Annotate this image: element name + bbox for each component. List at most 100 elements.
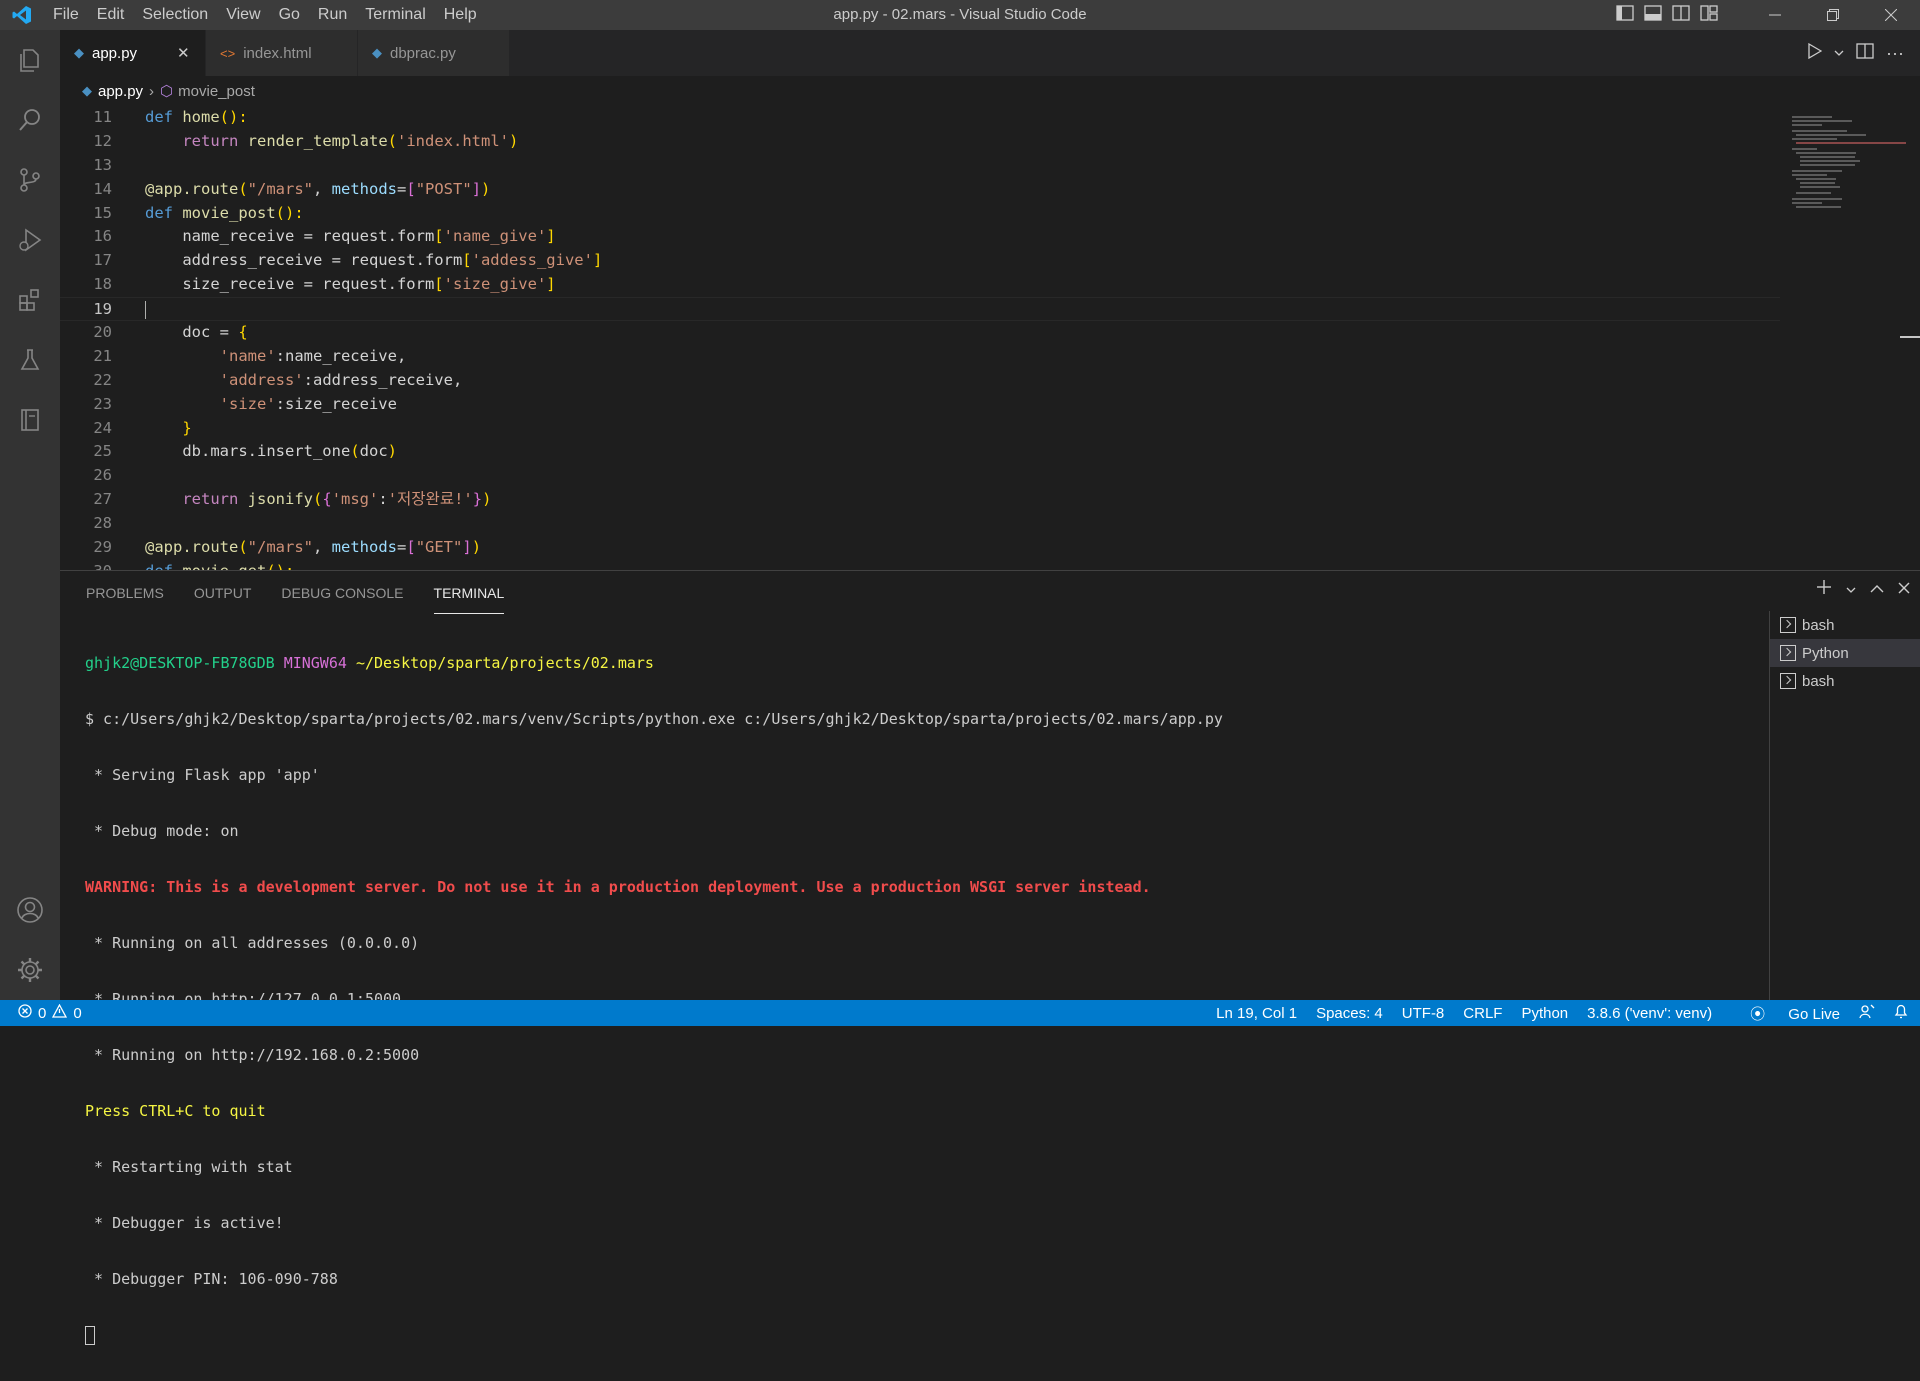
- code-line: 27 return jsonify({'msg':'저장완료!'}): [93, 490, 492, 509]
- code-line: 18 size_receive = request.form['size_giv…: [93, 275, 556, 294]
- code-line: 20 doc = {: [93, 323, 248, 342]
- code-line: 22 'address':address_receive,: [93, 370, 463, 389]
- menu-terminal[interactable]: Terminal: [356, 0, 434, 30]
- code-line: 21 'name':name_receive,: [93, 346, 407, 365]
- title-bar: File Edit Selection View Go Run Terminal…: [0, 0, 1920, 30]
- toggle-panel-icon[interactable]: [1644, 4, 1662, 26]
- indentation[interactable]: Spaces: 4: [1316, 1005, 1383, 1022]
- problems-status[interactable]: 0 0: [0, 1003, 82, 1022]
- code-line: 14 @app.route("/mars", methods=["POST"]): [93, 179, 491, 198]
- more-actions-icon[interactable]: ···: [1886, 43, 1904, 64]
- python-file-icon: ◆: [372, 45, 382, 60]
- code-line: 29 @app.route("/mars", methods=["GET"]): [93, 538, 482, 557]
- activity-bar: [0, 30, 60, 1000]
- terminal-icon: [1780, 673, 1796, 689]
- feedback-icon[interactable]: [1859, 1003, 1875, 1023]
- notebook-icon[interactable]: [0, 390, 60, 450]
- menu-go[interactable]: Go: [270, 0, 309, 30]
- encoding[interactable]: UTF-8: [1402, 1005, 1445, 1022]
- close-panel-icon[interactable]: [1898, 581, 1910, 599]
- code-line: 26: [93, 466, 112, 485]
- status-bar: 0 0 Ln 19, Col 1 Spaces: 4 UTF-8 CRLF Py…: [0, 1000, 1920, 1026]
- code-editor[interactable]: 11 def home(): 12 return render_template(…: [60, 106, 1780, 570]
- code-line: 13: [93, 155, 112, 174]
- terminal-list: bash Python bash: [1769, 611, 1920, 1001]
- code-line: 15 def movie_post():: [93, 203, 304, 222]
- run-python-file-icon[interactable]: [1808, 42, 1823, 64]
- code-line: 28: [93, 514, 112, 533]
- menu-edit[interactable]: Edit: [88, 0, 134, 30]
- code-line: 11 def home():: [93, 108, 248, 126]
- close-tab-icon[interactable]: ✕: [177, 44, 190, 62]
- code-line: 16 name_receive = request.form['name_giv…: [93, 227, 556, 246]
- code-line: 17 address_receive = request.form['addes…: [93, 251, 603, 270]
- tab-debug-console[interactable]: DEBUG CONSOLE: [281, 573, 403, 613]
- toggle-sidebar-icon[interactable]: [1616, 4, 1634, 26]
- accounts-icon[interactable]: [0, 880, 60, 940]
- close-window-button[interactable]: [1862, 0, 1920, 30]
- terminal-instance-bash[interactable]: bash: [1770, 667, 1920, 695]
- testing-icon[interactable]: [0, 330, 60, 390]
- code-line: 12 return render_template('index.html'): [93, 131, 519, 150]
- run-debug-icon[interactable]: [0, 210, 60, 270]
- tab-problems[interactable]: PROBLEMS: [86, 573, 164, 613]
- code-line: 23 'size':size_receive: [93, 394, 397, 413]
- code-line: 24 }: [93, 418, 192, 437]
- python-file-icon: ◆: [74, 45, 84, 60]
- terminal-icon: [1780, 645, 1796, 661]
- extensions-icon[interactable]: [0, 270, 60, 330]
- toggle-secondary-sidebar-icon[interactable]: [1672, 4, 1690, 26]
- terminal-instance-python[interactable]: Python: [1770, 639, 1920, 667]
- panel-tabs: PROBLEMS OUTPUT DEBUG CONSOLE TERMINAL: [60, 571, 1920, 615]
- cursor-position[interactable]: Ln 19, Col 1: [1216, 1005, 1297, 1022]
- menu-selection[interactable]: Selection: [133, 0, 217, 30]
- minimize-button[interactable]: [1746, 0, 1804, 30]
- editor-group: ◆ app.py ✕ <> index.html ◆ dbprac.py ···…: [60, 30, 1920, 570]
- error-count: 0: [38, 1004, 47, 1022]
- broadcast-icon: ⦿: [1750, 1005, 1766, 1023]
- menu-file[interactable]: File: [44, 0, 88, 30]
- code-line: 25 db.mars.insert_one(doc): [93, 442, 397, 461]
- line-ending[interactable]: CRLF: [1463, 1005, 1502, 1022]
- tab-label: app.py: [92, 44, 138, 62]
- tab-index-html[interactable]: <> index.html: [206, 30, 358, 76]
- chevron-right-icon: ›: [149, 82, 155, 100]
- warning-icon: [52, 1003, 68, 1022]
- python-interpreter[interactable]: 3.8.6 ('venv': venv): [1587, 1005, 1712, 1022]
- tab-label: index.html: [243, 44, 312, 62]
- search-icon[interactable]: [0, 90, 60, 150]
- terminal-instance-bash[interactable]: bash: [1770, 611, 1920, 639]
- minimap[interactable]: [1780, 106, 1920, 570]
- maximize-panel-icon[interactable]: [1870, 581, 1884, 599]
- restore-button[interactable]: [1804, 0, 1862, 30]
- code-line: 30def movie_get():: [60, 560, 1780, 570]
- settings-gear-icon[interactable]: [0, 940, 60, 1000]
- breadcrumb-symbol[interactable]: movie_post: [178, 83, 255, 100]
- explorer-icon[interactable]: [0, 30, 60, 90]
- source-control-icon[interactable]: [0, 150, 60, 210]
- editor-tabs: ◆ app.py ✕ <> index.html ◆ dbprac.py ···: [60, 30, 1920, 76]
- tab-app-py[interactable]: ◆ app.py ✕: [60, 30, 206, 76]
- chevron-down-icon[interactable]: [1834, 44, 1844, 62]
- customize-layout-icon[interactable]: [1700, 4, 1718, 26]
- code-line-current: 19: [60, 297, 1780, 322]
- go-live-button[interactable]: ⦿ Go Live: [1731, 1003, 1840, 1024]
- warning-count: 0: [73, 1004, 82, 1022]
- menu-help[interactable]: Help: [435, 0, 486, 30]
- menu-run[interactable]: Run: [309, 0, 356, 30]
- menu-view[interactable]: View: [217, 0, 269, 30]
- tab-dbprac-py[interactable]: ◆ dbprac.py: [358, 30, 510, 76]
- menu-bar: File Edit Selection View Go Run Terminal…: [44, 0, 486, 30]
- tab-output[interactable]: OUTPUT: [194, 573, 252, 613]
- breadcrumb: ◆ app.py › ⬡ movie_post: [60, 76, 1920, 106]
- split-editor-icon[interactable]: [1856, 42, 1874, 64]
- new-terminal-plus-icon[interactable]: [1816, 579, 1832, 600]
- chevron-down-icon[interactable]: [1846, 581, 1856, 599]
- python-file-icon: ◆: [82, 83, 92, 98]
- language-mode[interactable]: Python: [1521, 1005, 1568, 1022]
- breadcrumb-file[interactable]: app.py: [98, 83, 143, 100]
- vscode-logo-icon: [0, 5, 44, 25]
- tab-terminal[interactable]: TERMINAL: [433, 573, 505, 614]
- terminal-output[interactable]: ghjk2@DESKTOP-FB78GDB MINGW64 ~/Desktop/…: [85, 617, 1223, 1381]
- notifications-bell-icon[interactable]: [1894, 1003, 1908, 1023]
